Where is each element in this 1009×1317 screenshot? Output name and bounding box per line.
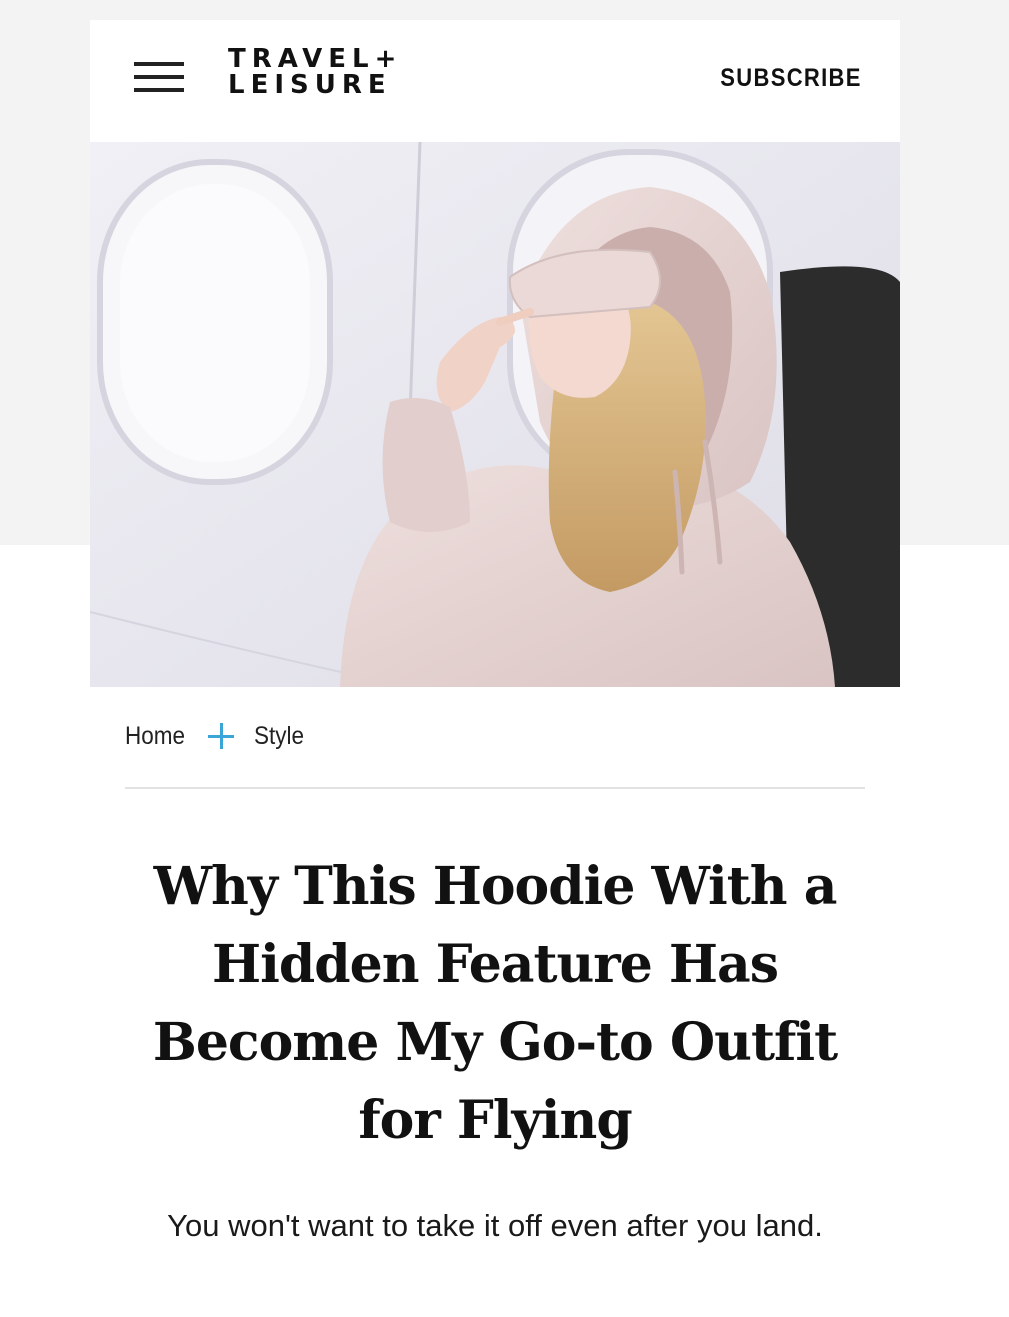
article-dek: You won't want to take it off even after… — [167, 1208, 823, 1243]
breadcrumb-home[interactable]: Home — [125, 722, 185, 751]
logo-line-2: LEISURE — [228, 70, 392, 100]
hamburger-menu-icon[interactable] — [134, 58, 184, 94]
site-header: TRAVEL+ LEISURE SUBSCRIBE — [90, 20, 900, 142]
breadcrumb: Home Style — [125, 720, 309, 752]
divider — [125, 787, 865, 789]
article-headline: Why This Hoodie With a Hidden Feature Ha… — [152, 856, 838, 1151]
article-page: TRAVEL+ LEISURE SUBSCRIBE Home Style Why… — [90, 20, 900, 1317]
site-logo[interactable]: TRAVEL+ LEISURE — [228, 46, 402, 98]
logo-line-1: TRAVEL+ — [228, 44, 403, 74]
subscribe-button[interactable]: SUBSCRIBE — [721, 64, 862, 93]
hero-image — [90, 142, 900, 687]
plus-icon — [207, 723, 234, 749]
breadcrumb-style[interactable]: Style — [254, 722, 304, 751]
